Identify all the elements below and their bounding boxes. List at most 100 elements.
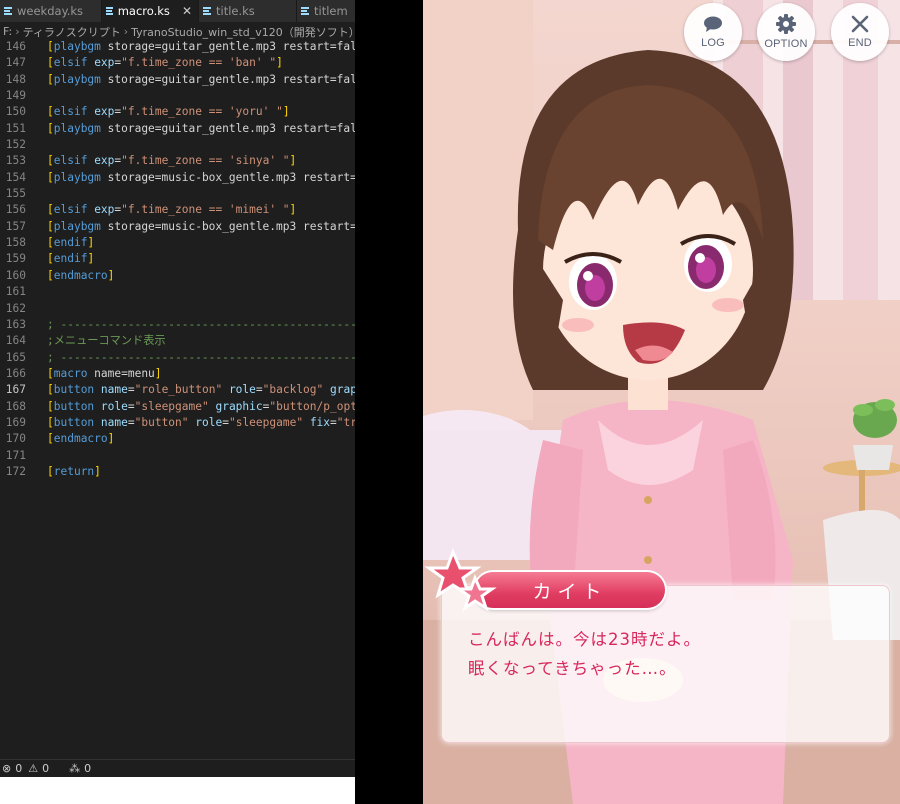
file-icon	[4, 7, 12, 15]
code-line[interactable]: 163 ; -----------------------------------…	[0, 317, 355, 333]
line-number: 149	[5, 89, 26, 103]
line-number: 164	[5, 334, 26, 348]
code-text: ; --------------------------------------…	[47, 350, 355, 366]
line-number: 157	[5, 219, 26, 233]
code-line[interactable]: 172 [return]	[0, 464, 355, 480]
code-token: macro	[53, 366, 88, 380]
ports-count[interactable]: 0	[84, 762, 91, 775]
tab-label: title.ks	[216, 4, 255, 18]
code-token: name	[100, 415, 128, 429]
error-count[interactable]: 0	[15, 762, 22, 775]
code-line[interactable]: 160 [endmacro]	[0, 268, 355, 284]
code-line[interactable]: 148 [playbgm storage=guitar_gentle.mp3 re…	[0, 72, 355, 88]
code-line[interactable]: 150 [elsif exp="f.time_zone == 'yoru' "]	[0, 104, 355, 120]
code-text: [endif]	[47, 235, 94, 251]
tab-label: titlem	[314, 4, 348, 18]
close-tab-icon[interactable]: ✕	[182, 4, 192, 18]
code-line[interactable]: 153 [elsif exp="f.time_zone == 'sinya' "]	[0, 153, 355, 169]
code-text: [button role="sleepgame" graphic="button…	[47, 399, 355, 415]
code-text: [endmacro]	[47, 268, 114, 284]
line-number: 146	[5, 40, 26, 53]
file-icon	[106, 7, 113, 15]
code-line[interactable]: 166 [macro name=menu]	[0, 366, 355, 382]
tab-label: weekday.ks	[17, 4, 84, 18]
breadcrumb-item[interactable]: F:	[3, 25, 12, 38]
code-token: [	[47, 72, 54, 86]
tab-macro[interactable]: macro.ks ✕	[102, 0, 199, 22]
code-line[interactable]: 162	[0, 301, 355, 317]
code-line[interactable]: 156 [elsif exp="f.time_zone == 'mimei' "]	[0, 202, 355, 218]
warning-count[interactable]: 0	[42, 762, 49, 775]
code-token: exp	[94, 203, 115, 217]
code-token: [	[47, 105, 54, 119]
code-line[interactable]: 171	[0, 448, 355, 464]
code-line[interactable]: 146 [playbgm storage=guitar_gentle.mp3 re…	[0, 39, 355, 55]
ports-icon[interactable]: ⁂	[69, 762, 80, 775]
breadcrumb-item[interactable]: ティラノスクリプト	[23, 24, 121, 40]
code-token: [	[47, 219, 54, 233]
error-icon[interactable]: ⊗	[2, 762, 11, 775]
breadcrumb-item[interactable]: TyranoStudio_win_std_v120（開発ソフト）	[131, 24, 355, 40]
code-token: [	[47, 40, 54, 53]
code-token: name=menu	[87, 366, 155, 380]
line-number: 170	[5, 432, 26, 446]
code-line[interactable]: 155	[0, 186, 355, 202]
code-line[interactable]: 165 ; -----------------------------------…	[0, 350, 355, 366]
code-line[interactable]: 170 [endmacro]	[0, 431, 355, 447]
code-token: elsif	[53, 105, 88, 119]
line-number: 161	[5, 285, 26, 299]
code-token: =	[127, 415, 135, 429]
code-token: button	[53, 415, 95, 429]
line-number: 168	[5, 399, 26, 413]
log-button[interactable]: LOG	[684, 3, 742, 61]
game-window[interactable]: LOG OPTION END こんばんは。今は23時だよ。 眠くなってきちゃった…	[423, 0, 900, 804]
tab-titlem[interactable]: titlem	[297, 0, 355, 22]
code-line[interactable]: 152	[0, 137, 355, 153]
code-line[interactable]: 157 [playbgm storage=music-box_gentle.mp3…	[0, 219, 355, 235]
code-token: return	[53, 464, 95, 478]
code-line[interactable]: 164 ;メニューコマンド表示	[0, 333, 355, 349]
code-token: "sleepgame"	[228, 415, 304, 429]
code-token: [	[47, 415, 54, 429]
message-window[interactable]: こんばんは。今は23時だよ。 眠くなってきちゃった…。	[441, 585, 890, 743]
code-text: ; --------------------------------------…	[47, 317, 355, 333]
code-text: [endmacro]	[47, 431, 114, 447]
code-line[interactable]: 169 [button name="button" role="sleepgame…	[0, 415, 355, 431]
code-line[interactable]: 154 [playbgm storage=music-box_gentle.mp3…	[0, 170, 355, 186]
code-line[interactable]: 149	[0, 88, 355, 104]
code-line[interactable]: 167 [button name="role_button" role="back…	[0, 382, 355, 398]
code-token: ]	[289, 154, 297, 168]
code-line[interactable]: 168 [button role="sleepgame" graphic="but…	[0, 399, 355, 415]
end-button[interactable]: END	[831, 3, 889, 61]
code-line[interactable]: 158 [endif]	[0, 235, 355, 251]
code-line[interactable]: 147 [elsif exp="f.time_zone == 'ban' "]	[0, 55, 355, 71]
code-token: "sleepgame"	[134, 399, 209, 413]
code-token: storage=guitar_gentle.mp3 restart=false	[100, 72, 355, 86]
line-number: 152	[5, 138, 26, 152]
tab-weekday[interactable]: weekday.ks	[0, 0, 102, 22]
code-token: exp	[94, 105, 115, 119]
code-area[interactable]: 146 [playbgm storage=guitar_gentle.mp3 re…	[0, 39, 355, 480]
code-token: [	[47, 170, 54, 184]
code-token: playbgm	[53, 40, 101, 53]
speaker-name: カイト	[532, 580, 608, 603]
gear-icon	[776, 14, 796, 34]
code-token: exp	[94, 56, 115, 70]
code-token: "role_button"	[134, 383, 223, 397]
code-line[interactable]: 159 [endif]	[0, 251, 355, 267]
code-token: role	[228, 383, 256, 397]
code-line[interactable]: 151 [playbgm storage=guitar_gentle.mp3 re…	[0, 121, 355, 137]
tab-title[interactable]: title.ks	[199, 0, 297, 22]
option-button[interactable]: OPTION	[757, 3, 815, 61]
code-token: [	[47, 464, 54, 478]
code-token: ]	[87, 236, 95, 250]
code-line[interactable]: 161	[0, 284, 355, 300]
code-text: [macro name=menu]	[47, 366, 162, 382]
warning-icon[interactable]: ⚠	[28, 762, 38, 775]
code-token: [	[47, 268, 54, 282]
code-text: [playbgm storage=music-box_gentle.mp3 re…	[47, 170, 355, 186]
chevron-right-icon: ›	[123, 25, 129, 38]
